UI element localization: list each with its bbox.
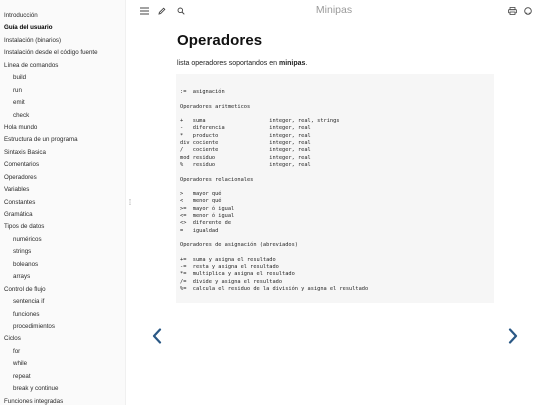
intro-bold-text: minipas bbox=[278, 60, 306, 67]
code-line: += suma y asigna el resultado bbox=[180, 256, 276, 263]
menu-icon[interactable] bbox=[137, 4, 151, 18]
sidebar-item[interactable]: Estructura de un programa bbox=[0, 134, 125, 146]
sidebar-item[interactable]: Sintaxis Basica bbox=[0, 147, 125, 159]
sidebar-item[interactable]: Funciones integradas bbox=[0, 396, 125, 405]
github-icon[interactable] bbox=[521, 4, 535, 18]
code-line: - diferencia integer, real bbox=[180, 125, 311, 132]
code-line: -= resta y asigna el resultado bbox=[180, 264, 279, 271]
sidebar-item[interactable]: break y continue bbox=[0, 383, 125, 395]
code-line: >= mayor ó igual bbox=[180, 205, 235, 212]
code-line: < menor qué bbox=[180, 198, 222, 205]
chevron-left-icon bbox=[152, 328, 162, 344]
previous-page-button[interactable] bbox=[147, 325, 167, 347]
code-line: > mayor qué bbox=[180, 191, 222, 198]
top-bar: Minipas bbox=[128, 0, 540, 22]
sidebar-item[interactable]: arrays bbox=[0, 271, 125, 283]
code-line: := asignación bbox=[180, 89, 225, 95]
intro-suffix: . bbox=[305, 60, 308, 67]
code-line: Operadores aritmeticos bbox=[180, 103, 251, 110]
sidebar-item[interactable]: procedimientos bbox=[0, 321, 125, 333]
sidebar-item[interactable]: emit bbox=[0, 97, 125, 109]
code-line: /= divide y asigna el resultado bbox=[180, 278, 283, 285]
print-icon[interactable] bbox=[505, 4, 519, 18]
sidebar-item[interactable]: boleanos bbox=[0, 259, 125, 271]
code-line: <> diferente de bbox=[180, 220, 232, 227]
code-line: = igualdad bbox=[180, 227, 219, 234]
intro-text: lista operadores soportandos en bbox=[177, 60, 279, 67]
main-content: Operadores lista operadores soportandos … bbox=[177, 31, 495, 69]
sidebar-item[interactable]: sentencia if bbox=[0, 296, 125, 308]
sidebar-item[interactable]: repeat bbox=[0, 371, 125, 383]
sidebar-item[interactable]: Comentarios bbox=[0, 159, 125, 171]
sidebar-item[interactable]: Instalación desde el código fuente bbox=[0, 47, 125, 59]
sidebar-item[interactable]: Variables bbox=[0, 184, 125, 196]
page-heading: Operadores bbox=[177, 32, 263, 49]
sidebar-item[interactable]: Tipos de datos bbox=[0, 221, 125, 233]
code-line: %= calcula el residuo de la división y a… bbox=[180, 286, 369, 293]
book-title: Minipas bbox=[315, 4, 353, 16]
sidebar-item[interactable]: Hola mundo bbox=[0, 122, 125, 134]
code-line: % residuo integer, real bbox=[180, 161, 311, 168]
intro-paragraph: lista operadores soportandos en minipas. bbox=[177, 59, 495, 69]
sidebar-list: Introducción Guía del usuario Instalación … bbox=[0, 0, 125, 405]
sidebar-item[interactable]: Introducción bbox=[0, 10, 125, 22]
sidebar-item[interactable]: Constantes bbox=[0, 197, 125, 209]
sidebar-item[interactable]: for bbox=[0, 346, 125, 358]
sidebar-item[interactable]: funciones bbox=[0, 309, 125, 321]
pencil-icon[interactable] bbox=[155, 4, 169, 18]
sidebar-item[interactable]: build bbox=[0, 72, 125, 84]
sidebar-item[interactable]: Instalación (binarios) bbox=[0, 35, 125, 47]
sidebar-item[interactable]: Control de flujo bbox=[0, 284, 125, 296]
code-line: Operadores relacionales bbox=[180, 176, 254, 183]
code-block: := asignación Operadores aritmeticos + sum… bbox=[176, 74, 494, 303]
sidebar: Introducción Guía del usuario Instalación … bbox=[0, 0, 126, 405]
sidebar-item[interactable]: strings bbox=[0, 246, 125, 258]
sidebar-item[interactable]: Línea de comandos bbox=[0, 60, 125, 72]
code-line: <= menor ó igual bbox=[180, 213, 235, 220]
sidebar-item[interactable]: run bbox=[0, 85, 125, 97]
sidebar-item[interactable]: Operadores bbox=[0, 172, 125, 184]
next-page-button[interactable] bbox=[503, 325, 523, 347]
sidebar-item[interactable]: Guía del usuario bbox=[0, 22, 125, 34]
sidebar-item[interactable]: check bbox=[0, 110, 125, 122]
chevron-right-icon bbox=[508, 328, 518, 344]
sidebar-resize-handle[interactable]: ⁞ bbox=[127, 197, 133, 209]
sidebar-item[interactable]: while bbox=[0, 358, 125, 370]
search-icon[interactable] bbox=[174, 4, 188, 18]
code-line: *= multiplica y asigna el resultado bbox=[180, 271, 295, 278]
code-line: div cociente integer, real bbox=[180, 140, 311, 147]
code-line: mod residuo integer, real bbox=[180, 154, 311, 161]
sidebar-item[interactable]: Ciclos bbox=[0, 333, 125, 345]
code-line: Operadores de asignación (abreviados) bbox=[180, 242, 298, 249]
code-line: + suma integer, real, strings bbox=[180, 118, 340, 125]
code-line: / cociente integer, real bbox=[180, 147, 311, 154]
sidebar-item[interactable]: numéricos bbox=[0, 234, 125, 246]
sidebar-item[interactable]: Gramática bbox=[0, 209, 125, 221]
code-line: * producto integer, real bbox=[180, 132, 311, 139]
